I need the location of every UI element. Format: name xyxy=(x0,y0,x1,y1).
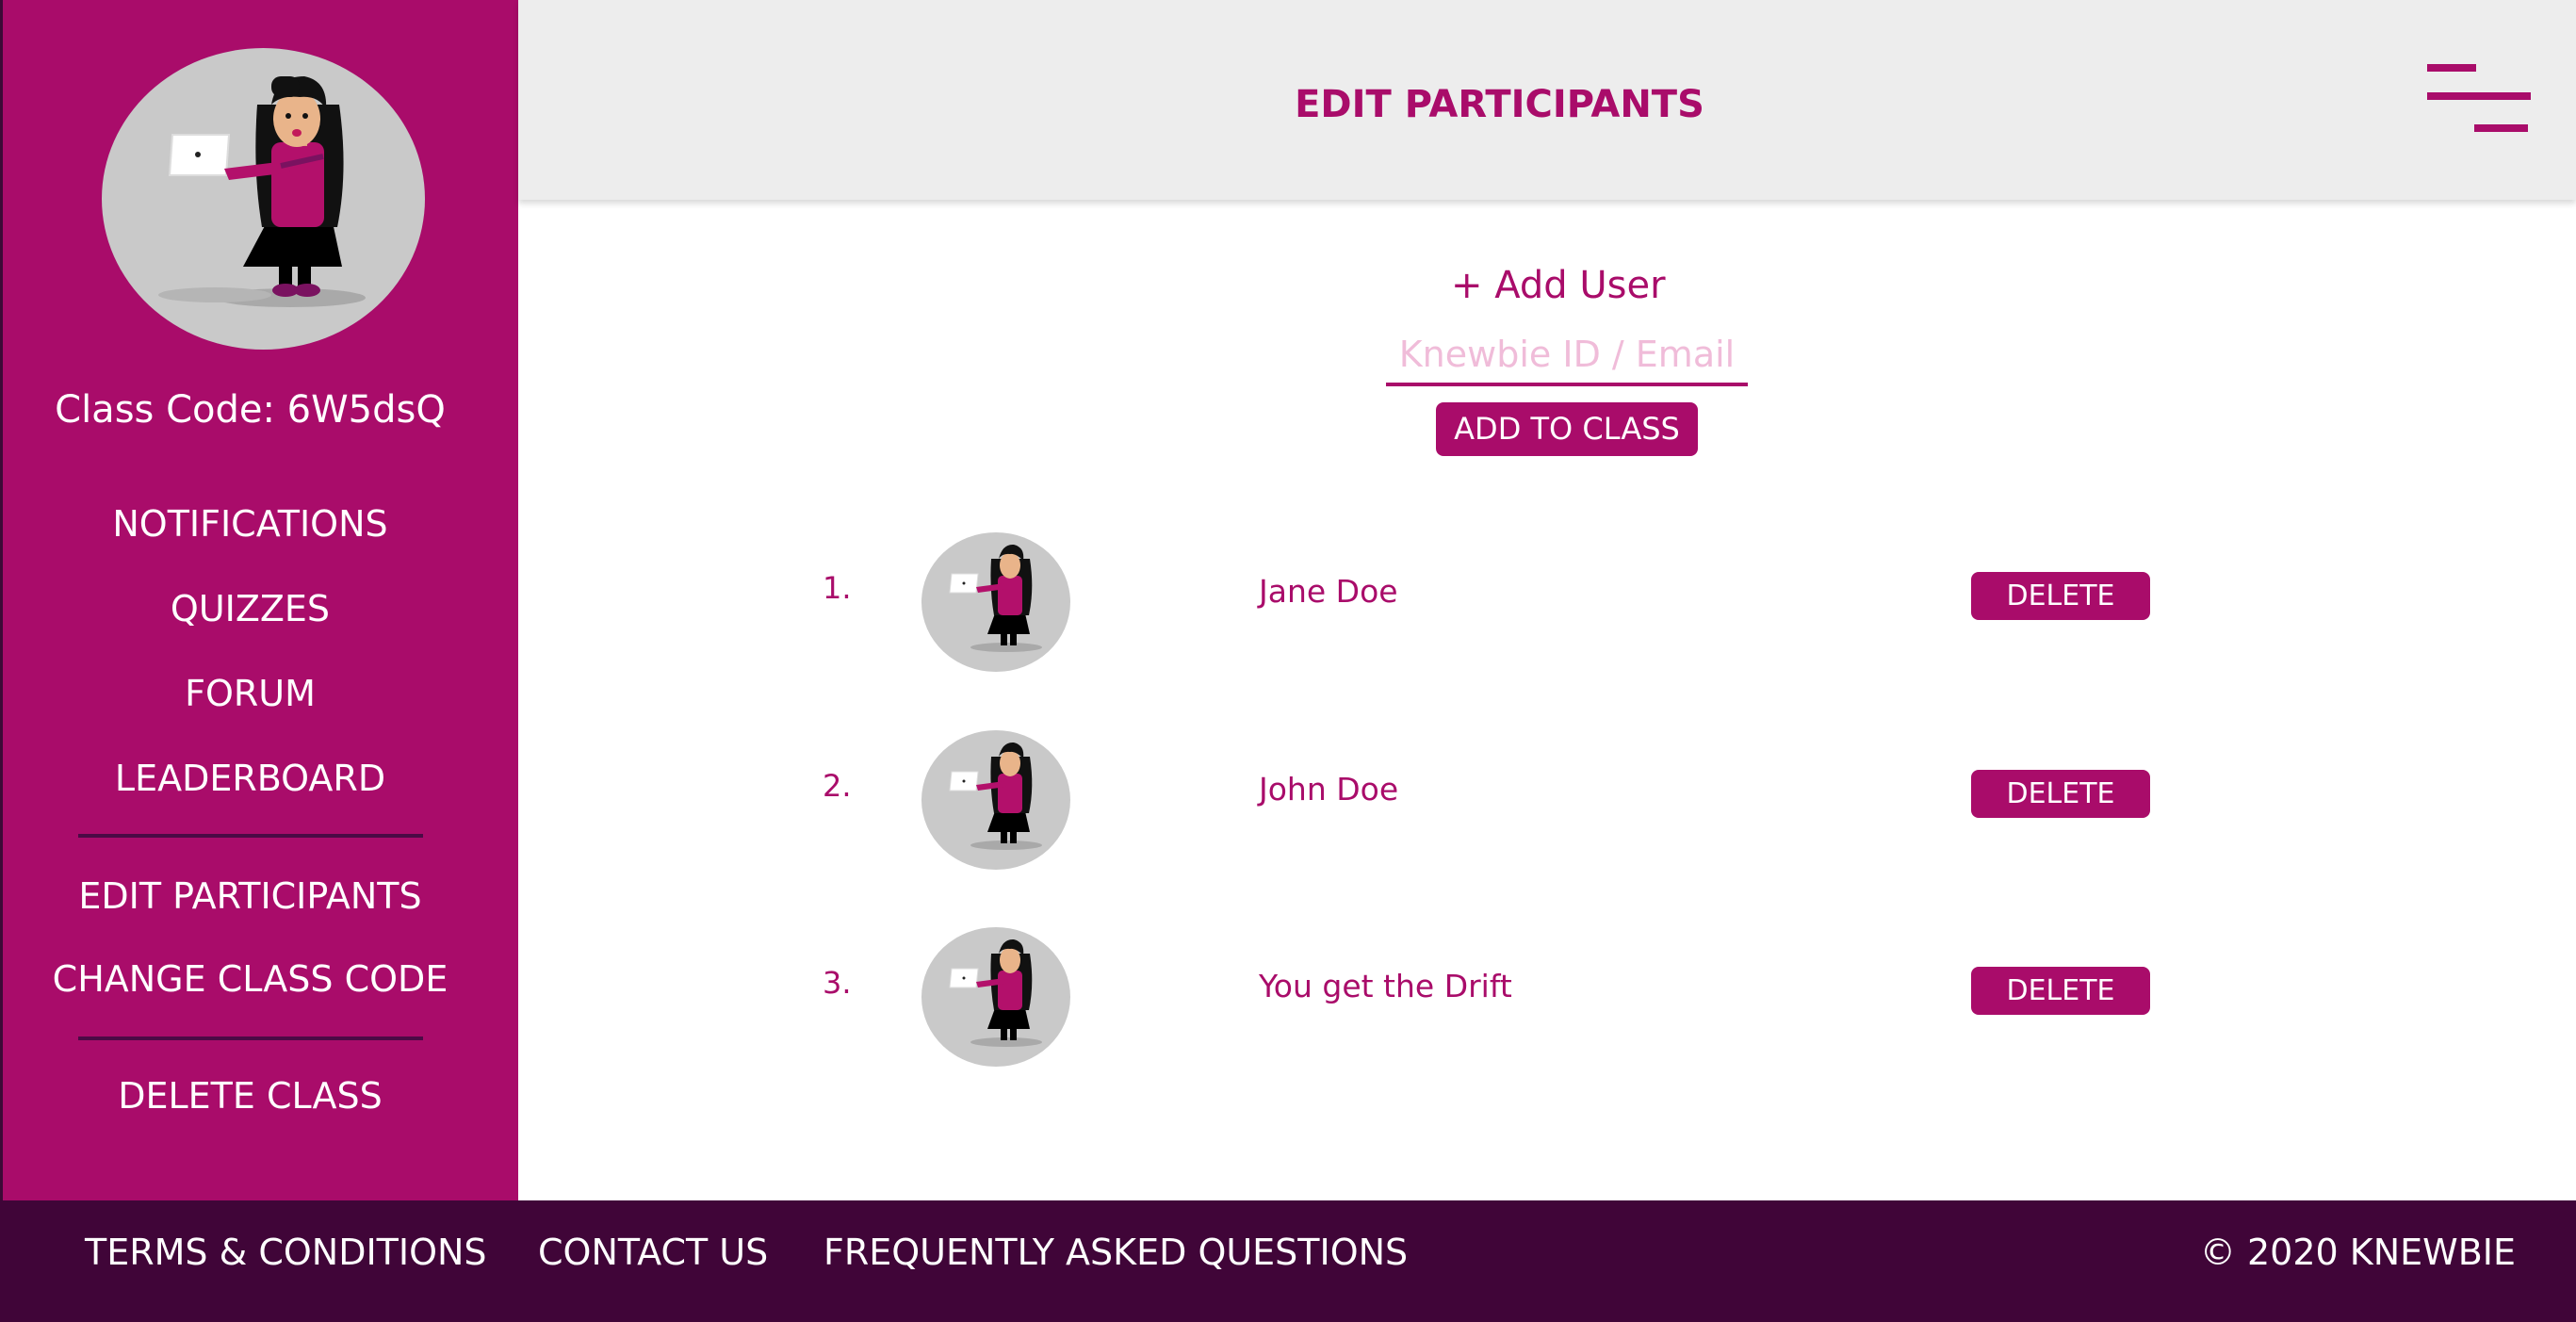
footer-link-contact[interactable]: CONTACT US xyxy=(538,1232,768,1273)
participant-number: 3. xyxy=(823,965,852,1001)
class-avatar xyxy=(102,48,425,350)
participant-name: You get the Drift xyxy=(1259,968,1512,1004)
participant-number: 2. xyxy=(823,768,852,804)
participant-row: 3. You get the Drift DELETE xyxy=(518,918,2576,1067)
participant-number: 1. xyxy=(823,570,852,606)
participant-name: Jane Doe xyxy=(1259,573,1398,610)
nav-leaderboard[interactable]: LEADERBOARD xyxy=(3,758,497,799)
nav-edit-participants[interactable]: EDIT PARTICIPANTS xyxy=(3,875,497,917)
participant-row: 2. John Doe DELETE xyxy=(518,721,2576,870)
user-avatar-icon xyxy=(949,742,1042,850)
footer-link-faq[interactable]: FREQUENTLY ASKED QUESTIONS xyxy=(823,1232,1408,1273)
delete-participant-button[interactable]: DELETE xyxy=(1971,967,2150,1015)
nav-delete-class[interactable]: DELETE CLASS xyxy=(3,1075,497,1117)
footer-link-terms[interactable]: TERMS & CONDITIONS xyxy=(85,1232,487,1273)
page-title: EDIT PARTICIPANTS xyxy=(1295,83,1704,126)
user-avatar-icon xyxy=(949,938,1042,1047)
delete-participant-button[interactable]: DELETE xyxy=(1971,572,2150,620)
hamburger-menu-icon[interactable] xyxy=(2427,64,2531,144)
participant-avatar xyxy=(921,927,1070,1067)
knewbie-id-input[interactable] xyxy=(1386,325,1748,386)
user-avatar-icon xyxy=(949,544,1042,652)
nav-forum[interactable]: FORUM xyxy=(3,673,497,714)
participant-row: 1. Jane Doe DELETE xyxy=(518,523,2576,672)
copyright: © 2020 KNEWBIE xyxy=(2199,1232,2516,1273)
delete-participant-button[interactable]: DELETE xyxy=(1971,770,2150,818)
add-user-label[interactable]: + Add User xyxy=(1451,264,1666,307)
class-code: Class Code: 6W5dsQ xyxy=(55,388,446,432)
sidebar: Class Code: 6W5dsQ NOTIFICATIONS QUIZZES… xyxy=(0,0,518,1200)
nav-notifications[interactable]: NOTIFICATIONS xyxy=(3,503,497,545)
participant-avatar xyxy=(921,532,1070,672)
nav-change-class-code[interactable]: CHANGE CLASS CODE xyxy=(3,958,497,1000)
teacher-illustration-icon xyxy=(158,76,366,307)
nav-divider xyxy=(78,834,423,838)
nav-quizzes[interactable]: QUIZZES xyxy=(3,588,497,629)
page-header: EDIT PARTICIPANTS xyxy=(518,0,2576,200)
participant-name: John Doe xyxy=(1259,771,1399,808)
participant-avatar xyxy=(921,730,1070,870)
nav-divider xyxy=(78,1036,423,1040)
add-to-class-button[interactable]: ADD TO CLASS xyxy=(1436,402,1698,456)
